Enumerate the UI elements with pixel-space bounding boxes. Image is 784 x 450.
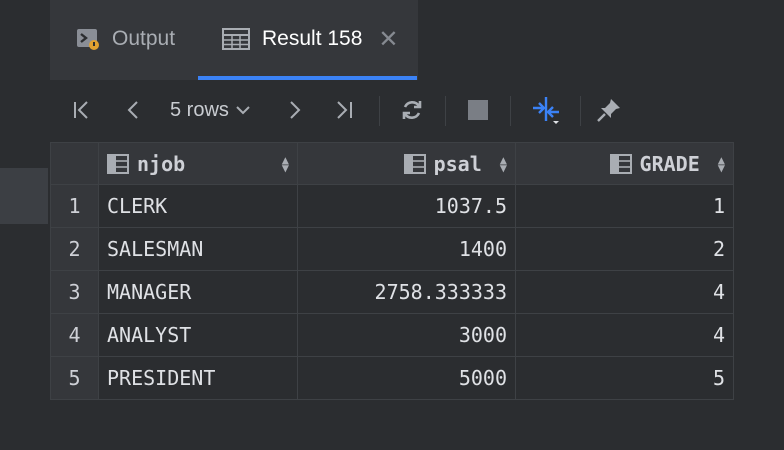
column-icon bbox=[403, 153, 426, 174]
column-header-njob[interactable]: njob ▲ ▼ bbox=[98, 142, 298, 185]
column-header-psal[interactable]: psal ▲ ▼ bbox=[297, 142, 516, 185]
cell-grade[interactable]: 1 bbox=[515, 184, 734, 228]
toolbar-divider bbox=[379, 96, 380, 126]
row-number: 4 bbox=[50, 313, 99, 357]
sort-icon[interactable]: ▲ ▼ bbox=[718, 154, 725, 174]
tab-bar: Output Result 158 ✕ bbox=[50, 0, 784, 80]
left-gutter-marker bbox=[0, 168, 48, 224]
column-header-grade[interactable]: GRADE ▲ ▼ bbox=[515, 142, 734, 185]
cell-psal[interactable]: 1400 bbox=[297, 227, 516, 271]
row-number: 3 bbox=[50, 270, 99, 314]
toolbar-divider bbox=[510, 96, 511, 126]
column-icon bbox=[609, 153, 632, 174]
toolbar-divider bbox=[580, 96, 581, 126]
column-icon bbox=[107, 153, 129, 174]
column-header-label: GRADE bbox=[639, 151, 700, 176]
cell-psal[interactable]: 5000 bbox=[297, 356, 516, 400]
prev-page-icon[interactable] bbox=[120, 94, 148, 126]
tab-result-label: Result 158 bbox=[262, 27, 363, 50]
first-page-icon[interactable] bbox=[68, 94, 96, 126]
table-row[interactable]: 2 SALESMAN 1400 2 bbox=[50, 227, 734, 271]
rows-count-label: 5 rows bbox=[170, 98, 229, 121]
last-page-icon[interactable] bbox=[330, 94, 358, 126]
row-number: 2 bbox=[50, 227, 99, 271]
results-grid: njob ▲ ▼ psal ▲ ▼ GRADE ▲ ▼ 1 CLERK 1037… bbox=[50, 142, 734, 400]
cell-grade[interactable]: 5 bbox=[515, 356, 734, 400]
table-icon bbox=[222, 28, 250, 50]
cell-psal[interactable]: 3000 bbox=[297, 313, 516, 357]
refresh-icon[interactable] bbox=[396, 94, 428, 126]
cell-njob[interactable]: CLERK bbox=[98, 184, 298, 228]
tab-result[interactable]: Result 158 ✕ bbox=[222, 0, 399, 78]
chevron-down-icon bbox=[235, 99, 251, 122]
results-panel: Output Result 158 ✕ 5 rows njob ▲ ▼ psal… bbox=[50, 0, 784, 450]
next-page-icon[interactable] bbox=[280, 94, 308, 126]
cell-njob[interactable]: ANALYST bbox=[98, 313, 298, 357]
close-icon[interactable]: ✕ bbox=[378, 25, 398, 54]
cell-psal[interactable]: 1037.5 bbox=[297, 184, 516, 228]
results-toolbar: 5 rows bbox=[50, 80, 784, 140]
header-row: njob ▲ ▼ psal ▲ ▼ GRADE ▲ ▼ bbox=[50, 142, 734, 185]
table-row[interactable]: 4 ANALYST 3000 4 bbox=[50, 313, 734, 357]
tab-output-label: Output bbox=[112, 27, 176, 50]
compare-icon[interactable] bbox=[526, 94, 566, 126]
stop-icon[interactable] bbox=[462, 94, 494, 126]
cell-grade[interactable]: 2 bbox=[515, 227, 734, 271]
column-header-label: psal bbox=[433, 151, 482, 176]
cell-njob[interactable]: PRESIDENT bbox=[98, 356, 298, 400]
row-number: 5 bbox=[50, 356, 99, 400]
rows-count-dropdown[interactable]: 5 rows bbox=[170, 94, 251, 126]
cell-njob[interactable]: SALESMAN bbox=[98, 227, 298, 271]
pin-icon[interactable] bbox=[592, 94, 626, 126]
left-gutter bbox=[0, 0, 50, 450]
row-number-header bbox=[50, 142, 99, 185]
toolbar-divider bbox=[445, 96, 446, 126]
table-row[interactable]: 3 MANAGER 2758.333333 4 bbox=[50, 270, 734, 314]
table-row[interactable]: 1 CLERK 1037.5 1 bbox=[50, 184, 734, 228]
cell-psal[interactable]: 2758.333333 bbox=[297, 270, 516, 314]
cell-njob[interactable]: MANAGER bbox=[98, 270, 298, 314]
sort-icon[interactable]: ▲ ▼ bbox=[282, 154, 289, 174]
sort-icon[interactable]: ▲ ▼ bbox=[500, 154, 507, 174]
cell-grade[interactable]: 4 bbox=[515, 313, 734, 357]
table-row[interactable]: 5 PRESIDENT 5000 5 bbox=[50, 356, 734, 400]
column-header-label: njob bbox=[137, 151, 186, 176]
tab-output[interactable]: Output bbox=[76, 0, 175, 78]
cell-grade[interactable]: 4 bbox=[515, 270, 734, 314]
console-icon bbox=[76, 27, 100, 51]
row-number: 1 bbox=[50, 184, 99, 228]
